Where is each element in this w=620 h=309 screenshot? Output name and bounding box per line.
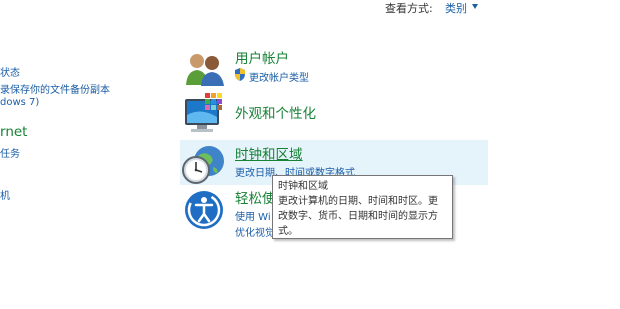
left-link-machine[interactable]: 机 [0,187,10,202]
tooltip-line: 式。 [278,226,298,237]
left-link-tasks[interactable]: 任务 [0,145,20,160]
category-user-accounts[interactable]: 用户帐户 [235,47,289,67]
left-link-backup[interactable]: 录保存你的文件备份副本 [0,81,110,96]
chevron-down-icon[interactable] [472,4,478,9]
link-optimize-visual-display[interactable]: 优化视觉 [235,224,275,239]
shield-icon [234,68,246,81]
user-accounts-icon[interactable] [184,51,226,87]
tooltip-line: 改数字、货币、日期和时间的显示方 [278,211,438,222]
tooltip-clock-region: 时钟和区域 更改计算机的日期、时间和时区。更 改数字、货币、日期和时间的显示方 … [272,175,453,239]
category-clock-region[interactable]: 时钟和区域 [235,143,303,163]
ease-of-access-icon[interactable] [182,190,226,232]
left-category-title[interactable]: rnet [0,124,27,140]
left-link-status[interactable]: 状态 [0,64,20,79]
clock-region-icon[interactable] [181,143,225,185]
category-appearance-personalization[interactable]: 外观和个性化 [235,102,316,122]
link-use-windows-suggestions[interactable]: 使用 Wi [235,208,271,223]
category-ease-of-access[interactable]: 轻松使 [235,187,276,207]
left-link-windows7[interactable]: dows 7) [0,97,39,108]
tooltip-line: 更改计算机的日期、时间和时区。更 [278,196,438,207]
view-by-label: 查看方式: [385,2,433,15]
appearance-personalization-icon[interactable] [183,93,227,135]
link-change-account-type[interactable]: 更改帐户类型 [249,69,309,84]
tooltip-title: 时钟和区域 [278,181,328,192]
view-by-dropdown[interactable]: 类别 [445,0,467,16]
